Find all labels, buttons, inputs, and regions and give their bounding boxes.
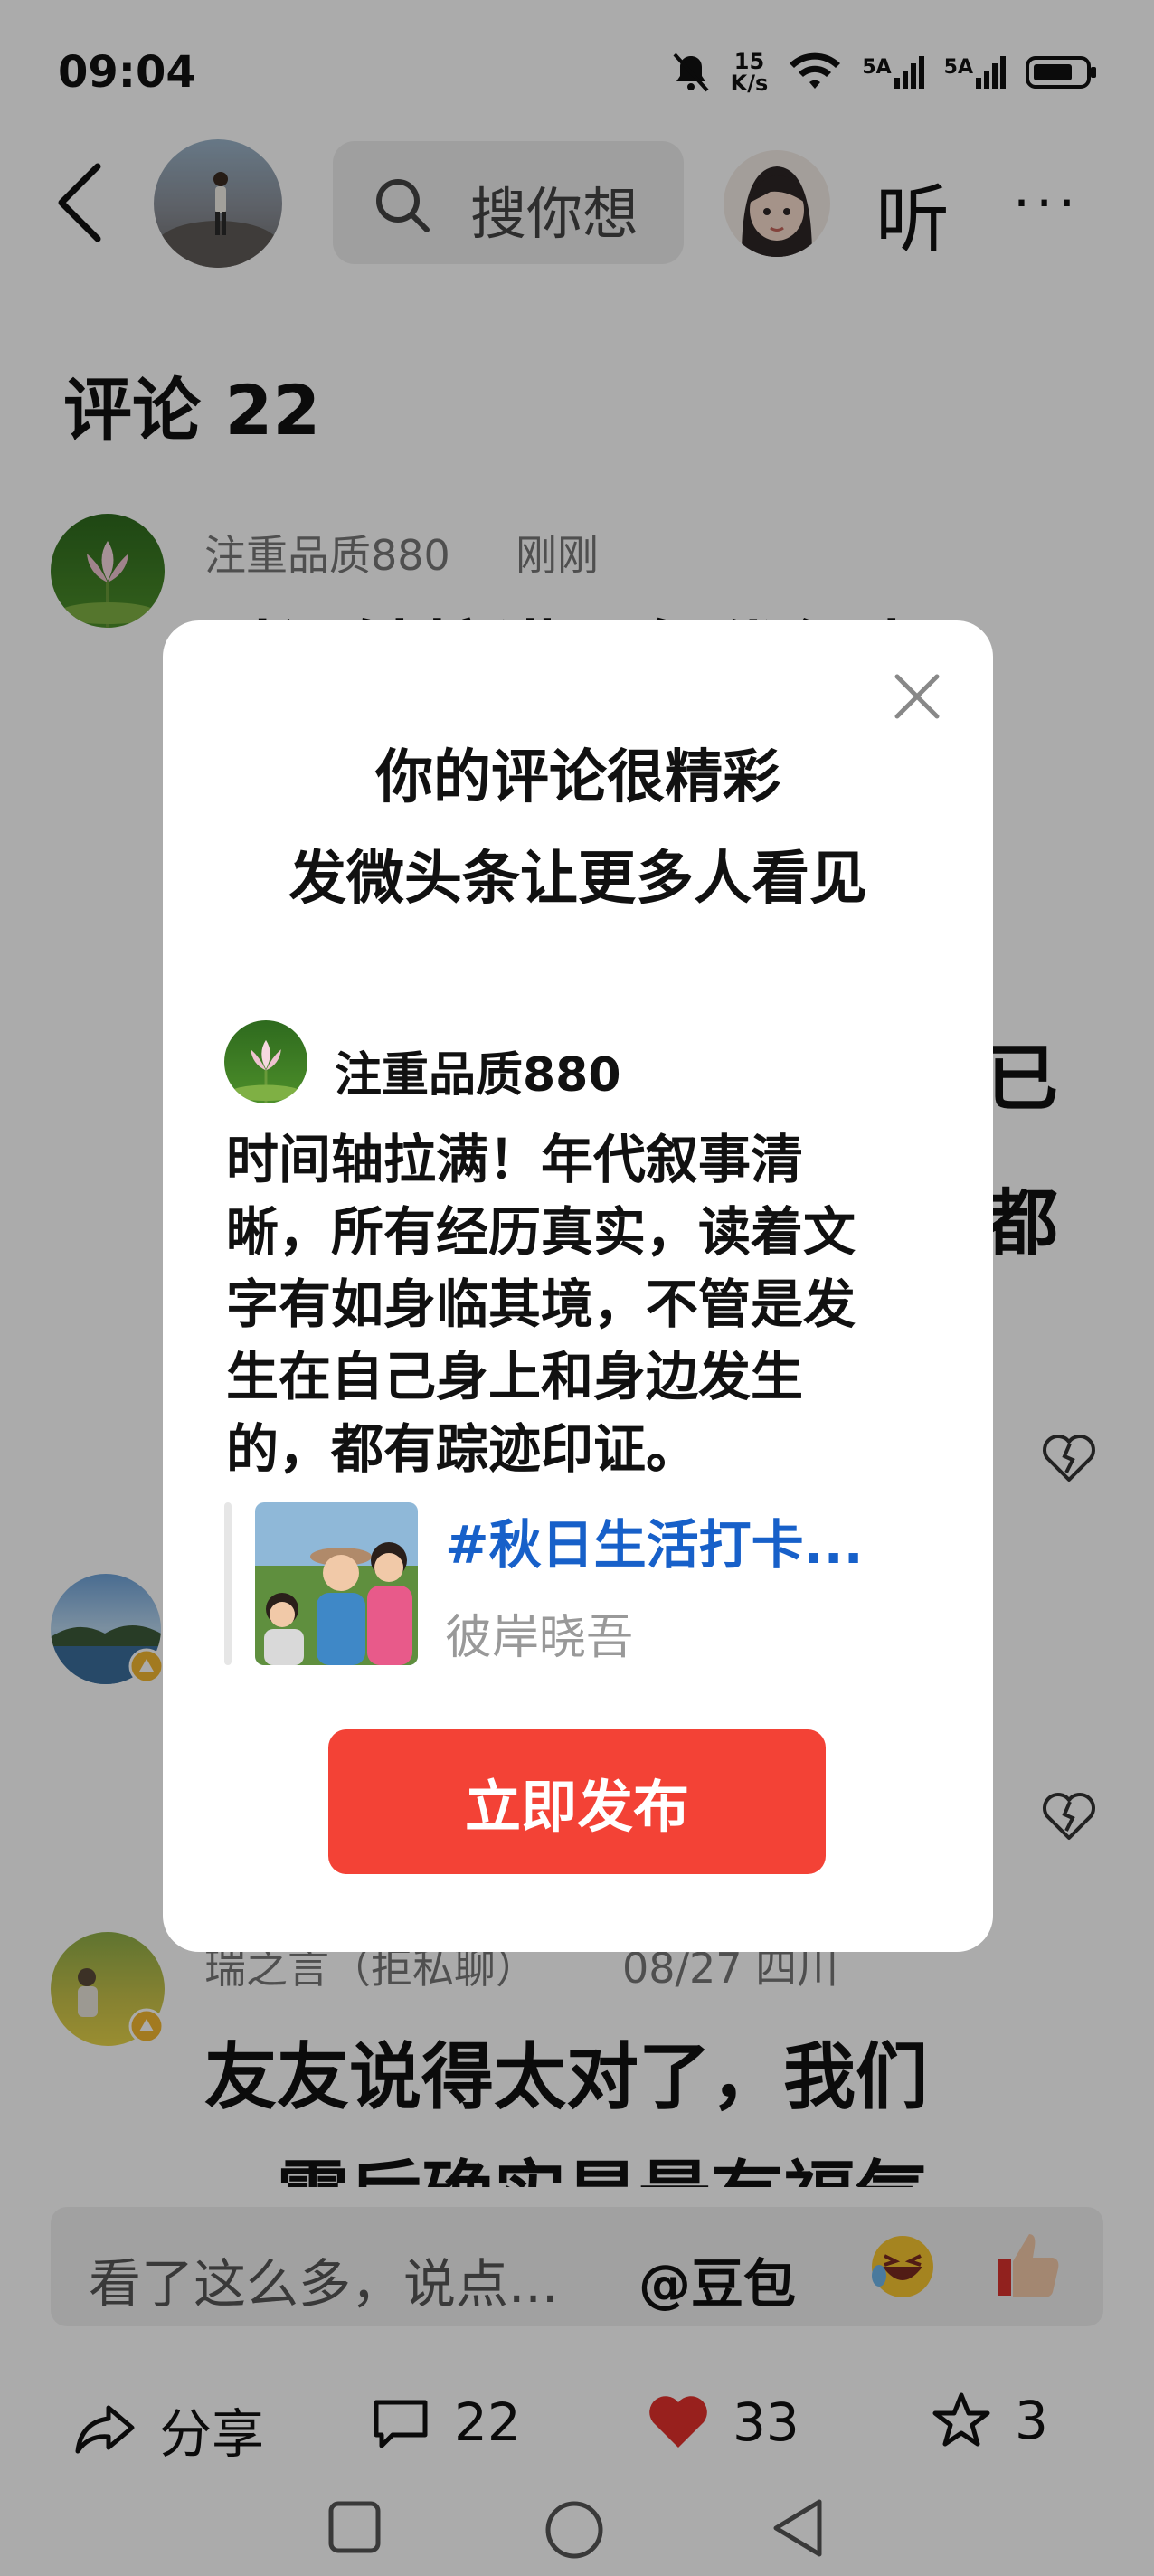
comment-line: 时间轴拉满！年代叙事清 (226, 1129, 804, 1190)
dialog-user-avatar (224, 1020, 307, 1103)
quote-divider (224, 1502, 232, 1665)
dialog-comment-text: 时间轴拉满！年代叙事清 晰，所有经历真实，读着文 字有如身临其境，不管是发 生在… (226, 1123, 950, 1485)
publish-now-button[interactable]: 立即发布 (328, 1729, 826, 1874)
comment-line: 字有如身临其境，不管是发 (226, 1274, 856, 1335)
dialog-subtitle: 发微头条让更多人看见 (288, 846, 867, 913)
share-comment-dialog: 你的评论很精彩 发微头条让更多人看见 注重品质880 时间轴拉满！年代叙事清 晰… (163, 620, 993, 1952)
comment-line: 晰，所有经历真实，读着文 (226, 1201, 856, 1263)
topic-author: 彼岸晓吾 (445, 1611, 634, 1665)
comment-line: 的，都有踪迹印证。 (226, 1418, 699, 1480)
dialog-title: 你的评论很精彩 (375, 744, 780, 811)
topic-thumbnail (255, 1502, 418, 1665)
family-photo-icon (255, 1502, 418, 1665)
close-icon[interactable] (892, 671, 942, 722)
lotus-flower-icon (229, 1039, 303, 1103)
dialog-username: 注重品质880 (335, 1048, 621, 1103)
comment-line: 生在自己身上和身边发生 (226, 1346, 804, 1407)
topic-hashtag-link[interactable]: #秋日生活打卡... (445, 1502, 864, 1578)
